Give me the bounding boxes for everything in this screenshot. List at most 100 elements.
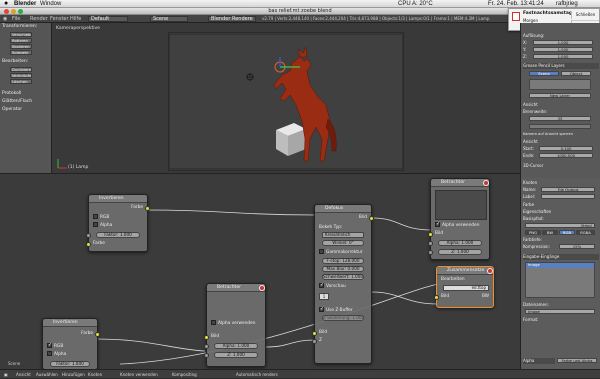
window-menu[interactable]: Window	[40, 0, 61, 8]
viewer2-image-socket[interactable]	[428, 232, 433, 237]
invert-node-title[interactable]: Invertieren	[89, 195, 147, 203]
viewer2-alpha-socket[interactable]	[428, 241, 433, 246]
viewer-node-1[interactable]: Betrachter Alpha verwenden Bild Alpha: 1…	[204, 283, 266, 367]
invert2-rgb-checkbox[interactable]: RGB	[47, 343, 93, 349]
scale-button[interactable]: Skalieren	[10, 44, 32, 49]
grease-pencil-header[interactable]: Grease Pencil Layers	[523, 63, 599, 69]
close-window-icon[interactable]	[4, 9, 9, 14]
node-label-field[interactable]	[541, 194, 595, 199]
z-field[interactable]: 1.000	[533, 54, 593, 59]
history-section-title[interactable]: Protokoll	[2, 91, 50, 97]
clock[interactable]: Fr. 24. Feb. 13:41:24	[488, 0, 544, 8]
lens-field[interactable]: 35	[529, 116, 591, 121]
operator-section-title[interactable]: Operator	[2, 107, 50, 113]
viewer2-alpha-field[interactable]: Alpha: 1.000	[438, 240, 482, 246]
viewer2-render-icon[interactable]	[483, 180, 489, 186]
invert-node-1[interactable]: Invertieren Farbe RGB Alpha Faktor: 1.00…	[86, 194, 150, 252]
defocus-node[interactable]: Defokus Bild Bokeh Typ: Kreisähnlich Win…	[312, 204, 374, 364]
file-output-render-icon[interactable]	[487, 268, 493, 274]
gp-layer-list[interactable]	[529, 79, 591, 90]
invert2-factor-field[interactable]: Faktor: 1.000	[50, 361, 90, 367]
app-menu[interactable]: Blender	[14, 0, 36, 8]
dims-title[interactable]: Auflösung:	[523, 33, 599, 39]
zoom-window-icon[interactable]	[18, 9, 23, 14]
zscale-field[interactable]: Z-Skalierung: 1.000	[322, 315, 364, 321]
screen-selector[interactable]: Default	[88, 16, 128, 22]
input-list-item[interactable]: Image	[526, 263, 594, 268]
node-section-title[interactable]: Knoten	[523, 180, 599, 186]
format-png[interactable]: PNG	[525, 230, 541, 235]
properties-section-title[interactable]: Eigenschaften	[523, 209, 599, 215]
file-output-node[interactable]: Zusammensetze Bearbeiten ed.ttop Bild BW	[434, 266, 494, 308]
cursor-section-title[interactable]: 3D-Cursor	[523, 163, 599, 169]
node-name-field[interactable]: File Output	[541, 187, 595, 192]
menu-help[interactable]: Hilfe	[70, 15, 81, 23]
notification-close-button[interactable]: Schließen	[571, 11, 599, 19]
file-output-title[interactable]: Zusammensetze	[437, 267, 493, 275]
invert2-output-socket[interactable]	[95, 332, 100, 337]
angle-field[interactable]: Winkel: 0°	[322, 240, 364, 246]
lock-camera-checkbox[interactable]: Kamera auf Ansicht sperren	[523, 131, 599, 137]
samples-field[interactable]: 1	[319, 293, 329, 300]
gamma-checkbox[interactable]: Gammakorrektur	[319, 249, 367, 255]
defocus-image-socket[interactable]	[312, 331, 317, 336]
input-list[interactable]: Image	[525, 262, 595, 298]
apple-icon[interactable]: ●	[4, 0, 8, 8]
view-section-title[interactable]: Ansicht	[523, 102, 599, 108]
file-output-path-field[interactable]: ed.ttop	[443, 285, 489, 291]
render-engine-selector[interactable]: Blender Rendere	[208, 16, 256, 22]
shading-section-title[interactable]: Glätten/Flach	[2, 99, 50, 105]
format-rgb[interactable]: RGB	[559, 230, 575, 235]
bokeh-type-select[interactable]: Kreisähnlich	[322, 232, 364, 238]
invert-factor-socket[interactable]	[86, 233, 91, 238]
compression-field[interactable]: 15%	[559, 244, 595, 249]
menu-window[interactable]: Fenster	[50, 15, 69, 23]
fstop-field[interactable]: F-stop: 128.000	[322, 258, 364, 264]
clip-start-field[interactable]: 0.100	[539, 146, 593, 151]
3d-viewport[interactable]: Kameraperspektive (1) Lamp	[52, 23, 520, 173]
inputs-section-title[interactable]: Eingabe-Eingänge	[523, 254, 599, 260]
viewer1-title[interactable]: Betrachter	[207, 284, 265, 292]
node-editor[interactable]: Invertieren Farbe RGB Alpha Faktor: 1.00…	[0, 173, 520, 370]
defocus-output-socket[interactable]	[369, 216, 374, 221]
viewer1-z-socket[interactable]	[204, 353, 209, 358]
viewer1-alpha-checkbox[interactable]: Alpha verwenden	[211, 320, 261, 326]
link-button[interactable]: Verknüpfen	[10, 73, 32, 78]
x-field[interactable]: 1.000	[533, 40, 593, 45]
use-zbuffer-checkbox[interactable]: Use Z-Buffer	[319, 307, 367, 313]
invert2-alpha-checkbox[interactable]: Alpha	[47, 351, 93, 357]
lock-to-object-field[interactable]	[529, 124, 591, 129]
viewer2-z-socket[interactable]	[428, 250, 433, 255]
menu-file[interactable]: File	[12, 15, 20, 23]
viewer1-image-socket[interactable]	[204, 335, 209, 340]
format-rgba[interactable]: RGBA	[576, 230, 595, 235]
viewer1-alpha-socket[interactable]	[204, 344, 209, 349]
invert2-node-title[interactable]: Invertieren	[43, 319, 97, 327]
clip-end-field[interactable]: 1000.000	[539, 153, 593, 158]
rotate-button[interactable]: Rotieren	[10, 38, 32, 43]
duplicate-button[interactable]: Duplizieren	[10, 67, 32, 72]
base-path-field[interactable]: //tmp/	[525, 223, 595, 228]
invert-rgb-checkbox[interactable]: RGB	[93, 214, 143, 220]
y-field[interactable]: 1.000	[533, 47, 593, 52]
viewer1-render-icon[interactable]	[259, 285, 265, 291]
edit-section-title[interactable]: Bearbeiten:	[2, 59, 50, 65]
new-layer-button[interactable]: New Layer	[529, 93, 591, 98]
gp-scene-tab[interactable]: Scene	[529, 71, 559, 76]
maxblur-field[interactable]: Max Blur: 0.000	[322, 266, 364, 272]
alpha-mode-select[interactable]: Farbe und Alpha	[557, 358, 597, 363]
scene-selector[interactable]: Scene	[150, 16, 188, 22]
defocus-title[interactable]: Defokus	[315, 205, 371, 213]
invert-factor-field[interactable]: Faktor: 1.000	[96, 232, 140, 238]
delete-button[interactable]: Löschen	[10, 79, 32, 84]
invert-output-socket[interactable]	[145, 206, 150, 211]
format-bw[interactable]: BW	[542, 230, 558, 235]
viewer1-z-field[interactable]: Z: 1.000	[214, 352, 258, 358]
viewer2-alpha-checkbox[interactable]: Alpha verwenden	[435, 222, 485, 228]
menu-render[interactable]: Render	[30, 15, 48, 23]
viewer1-alpha-field[interactable]: Alpha: 1.000	[214, 343, 258, 349]
gp-object-tab[interactable]: Object	[561, 71, 591, 76]
subpath-field[interactable]: Image	[525, 309, 595, 314]
invert-alpha-checkbox[interactable]: Alpha	[93, 222, 143, 228]
translate-button[interactable]: Verschieben	[10, 32, 32, 37]
